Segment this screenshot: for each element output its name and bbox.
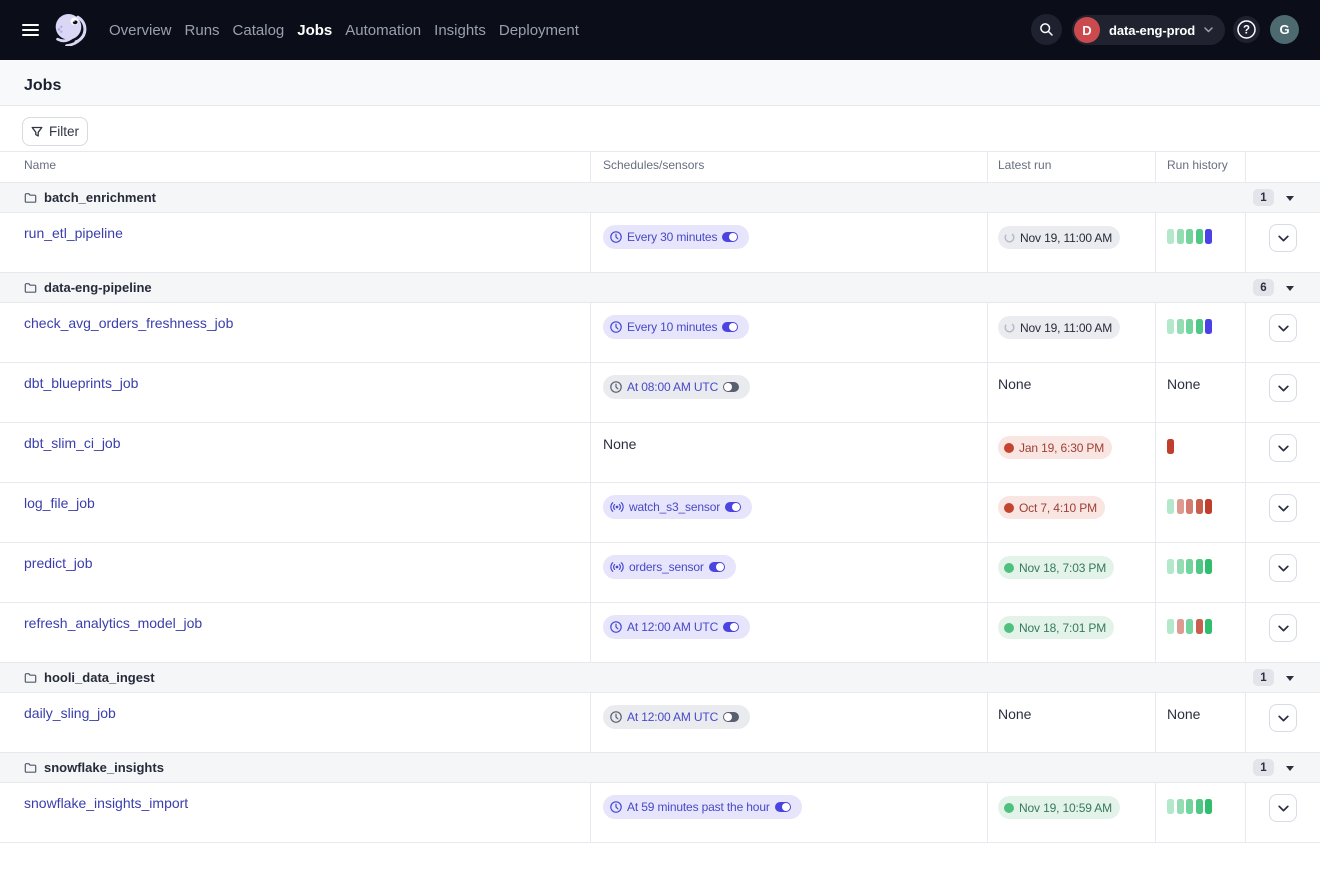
svg-text:?: ? — [1243, 25, 1250, 37]
